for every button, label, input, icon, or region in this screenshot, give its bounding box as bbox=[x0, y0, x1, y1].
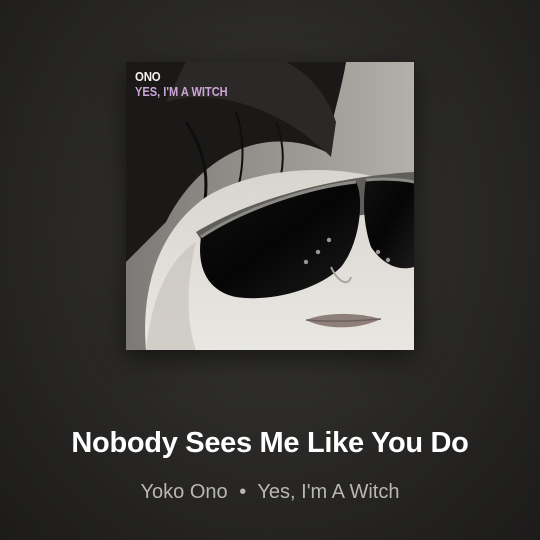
album-link[interactable]: Yes, I'm A Witch bbox=[257, 481, 399, 503]
artist-link[interactable]: Yoko Ono bbox=[141, 481, 228, 503]
cover-artist-text: ONO bbox=[135, 69, 161, 84]
track-title[interactable]: Nobody Sees Me Like You Do bbox=[0, 427, 540, 460]
meta-separator: • bbox=[239, 481, 247, 503]
album-cover[interactable]: ONO YES, I'M A WITCH bbox=[126, 62, 414, 350]
track-subtitle: Yoko Ono • Yes, I'm A Witch bbox=[0, 481, 540, 504]
cover-album-text: YES, I'M A WITCH bbox=[135, 84, 228, 99]
album-cover-image bbox=[126, 62, 414, 350]
now-playing-view: ONO YES, I'M A WITCH Nobody Sees Me Like… bbox=[0, 0, 540, 540]
